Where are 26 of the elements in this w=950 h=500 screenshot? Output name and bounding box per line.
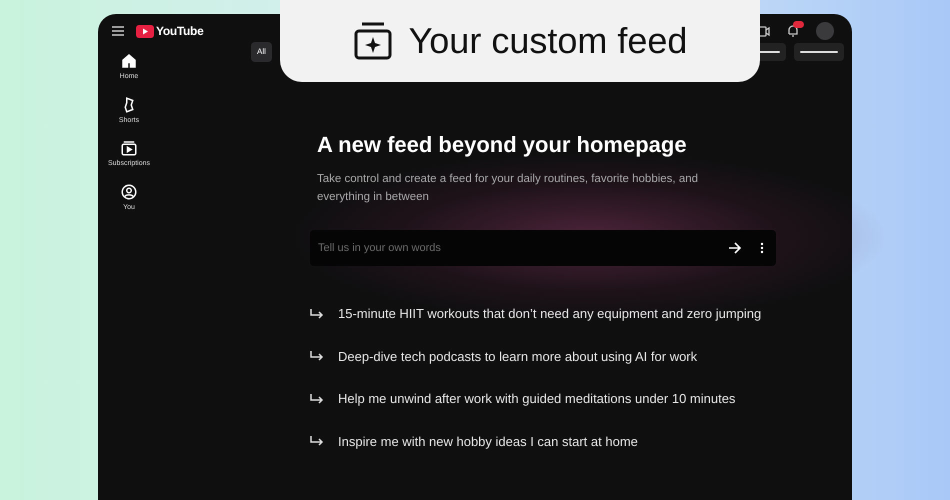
skeleton-chip	[794, 43, 844, 61]
suggestion-link[interactable]: Deep-dive tech podcasts to learn more about using AI for work	[338, 346, 698, 366]
home-icon	[120, 52, 138, 70]
menu-icon[interactable]	[112, 26, 124, 36]
more-icon[interactable]	[760, 242, 764, 254]
bell-icon[interactable]	[786, 24, 800, 38]
notification-badge	[793, 21, 804, 28]
prompt-field[interactable]: Tell us in your own words	[310, 230, 776, 266]
custom-feed-icon	[352, 21, 393, 61]
suggestion-link[interactable]: 15-minute HIIT workouts that don’t need any equipment and zero jumping	[338, 304, 762, 324]
feed-heading: A new feed beyond your homepage	[316, 131, 688, 159]
return-arrow-icon	[310, 436, 324, 446]
filter-chip[interactable]: All	[251, 42, 272, 62]
return-arrow-icon	[310, 394, 324, 404]
callout-title: Your custom feed	[408, 19, 688, 63]
play-logo-icon	[136, 24, 154, 38]
play-box-icon	[120, 139, 138, 157]
logo-text: YouTube	[156, 23, 204, 40]
feed-description: Take control and create a feed for your daily routines, favorite hobbies, and everything in between	[316, 172, 700, 205]
suggestion-link[interactable]: Help me unwind after work with guided meditations under 10 minutes	[338, 389, 736, 408]
user-icon	[120, 182, 138, 200]
prompt-input[interactable]: Tell us in your own words	[318, 233, 728, 263]
return-arrow-icon	[310, 351, 324, 362]
return-arrow-icon	[310, 308, 324, 319]
arrow-right-icon[interactable]	[728, 242, 742, 254]
suggestion-link[interactable]: Inspire me with new hobby ideas I can start at home	[338, 432, 638, 451]
